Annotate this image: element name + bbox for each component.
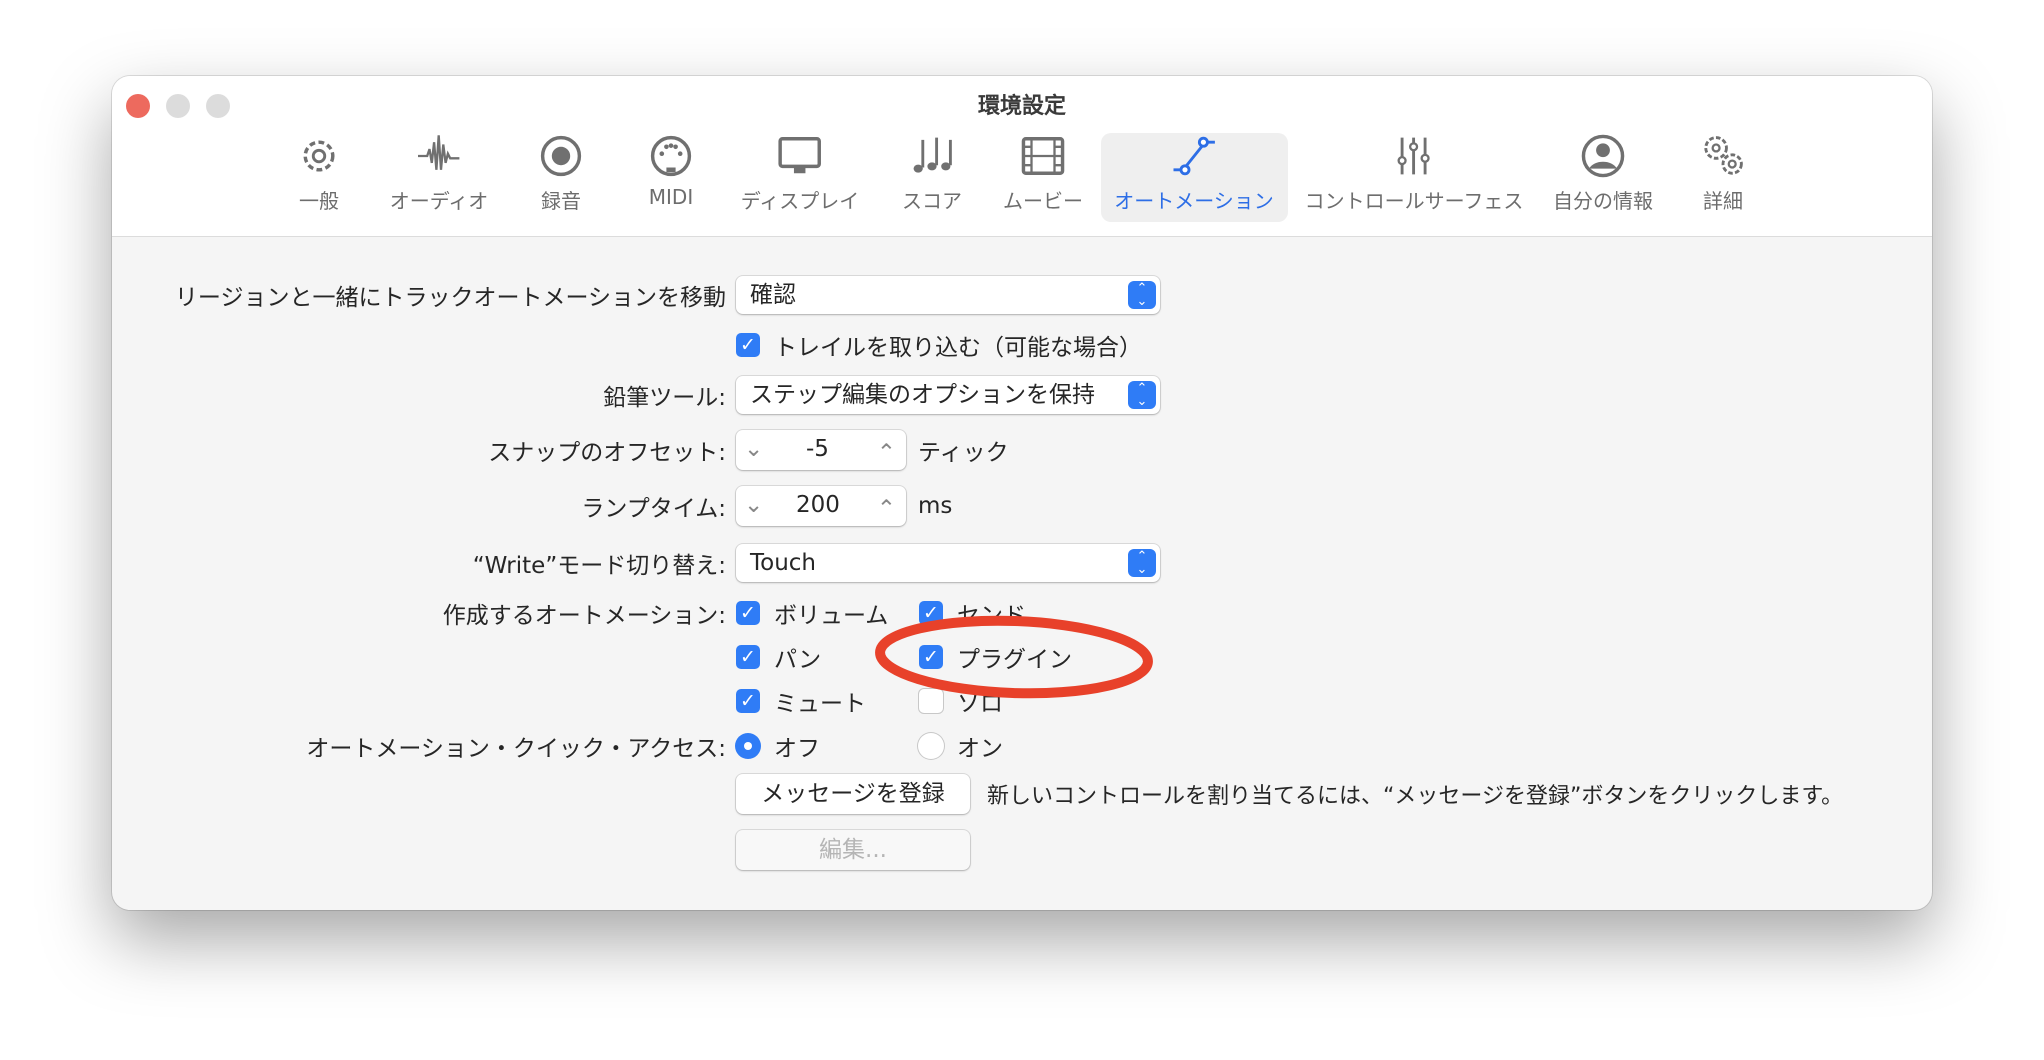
red-annotation-ellipse bbox=[875, 615, 1153, 699]
